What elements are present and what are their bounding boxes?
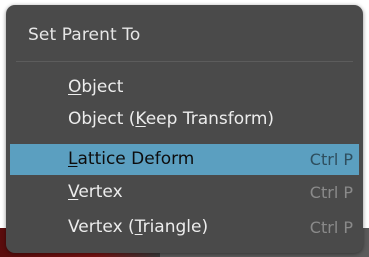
menu-item-object[interactable]: Object <box>10 72 359 103</box>
menu-item-label: Vertex (Triangle) <box>68 217 209 237</box>
menu-item-shortcut: Ctrl P <box>309 150 353 169</box>
menu-item-vertex-triangle[interactable]: Vertex (Triangle) Ctrl P <box>10 212 359 243</box>
menu-item-shortcut: Ctrl P <box>309 218 353 237</box>
menu-divider <box>16 61 353 62</box>
menu-item-lattice-deform[interactable]: Lattice Deform Ctrl P <box>10 144 359 175</box>
menu-item-label: Vertex <box>68 182 123 202</box>
menu-item-label: Object (Keep Transform) <box>68 109 275 129</box>
menu-item-label: Lattice Deform <box>68 149 195 169</box>
menu-item-object-keep-transform[interactable]: Object (Keep Transform) <box>10 104 359 135</box>
menu-item-label: Object <box>68 77 124 97</box>
menu-item-shortcut: Ctrl P <box>309 183 353 202</box>
set-parent-menu: Set Parent To Object Object (Keep Transf… <box>6 5 363 253</box>
menu-title: Set Parent To <box>28 25 141 45</box>
menu-item-vertex[interactable]: Vertex Ctrl P <box>10 177 359 208</box>
